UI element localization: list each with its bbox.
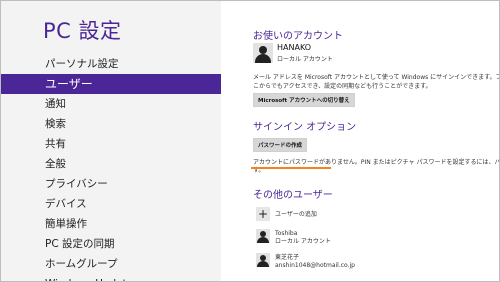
other-users-heading: その他のユーザー (253, 190, 333, 201)
add-user-plus-icon[interactable]: + (256, 207, 270, 221)
nav-item-sync-settings[interactable]: PC 設定の同期 (1, 234, 221, 254)
user-avatar (253, 43, 273, 63)
create-password-button[interactable]: パスワードの作成 (253, 138, 308, 152)
no-password-note-line1: アカウントにパスワードがありません。PIN またはピクチャ パスワードを設定する… (253, 159, 500, 166)
nav-item-share[interactable]: 共有 (1, 134, 221, 154)
nav-item-general[interactable]: 全般 (1, 154, 221, 174)
nav-item-search[interactable]: 検索 (1, 114, 221, 134)
nav-item-users[interactable]: ユーザー (1, 74, 221, 94)
switch-to-microsoft-account-button[interactable]: Microsoft アカウントへの切り替え (253, 93, 355, 107)
nav-item-ease-of-access[interactable]: 簡単操作 (1, 214, 221, 234)
nav-item-homegroup[interactable]: ホームグループ (1, 254, 221, 274)
nav-item-devices[interactable]: デバイス (1, 194, 221, 214)
nav-item-personalize[interactable]: パーソナル設定 (1, 54, 221, 74)
nav-item-privacy[interactable]: プライバシー (1, 174, 221, 194)
nav-item-windows-update[interactable]: Windows Update (1, 274, 221, 281)
add-user-label[interactable]: ユーザーの追加 (275, 210, 317, 219)
settings-nav-pane: PC 設定 パーソナル設定 ユーザー 通知 検索 共有 全般 プライバシー デバ… (1, 1, 221, 281)
user-detail-toshiba: ローカル アカウント (275, 238, 331, 245)
highlight-underline (251, 167, 331, 169)
pc-settings-window: PC 設定 パーソナル設定 ユーザー 通知 検索 共有 全般 プライバシー デバ… (0, 0, 500, 282)
nav-item-notifications[interactable]: 通知 (1, 94, 221, 114)
account-type: ローカル アカウント (277, 56, 333, 63)
signin-options-heading: サインイン オプション (253, 122, 357, 133)
account-description-line1: メール アドレスを Microsoft アカウントとして使って Windows … (253, 74, 499, 81)
settings-content: お使いのアカウント HANAKO ローカル アカウント メール アドレスを Mi… (223, 1, 500, 281)
user-avatar-toshiba (256, 229, 270, 243)
user-avatar-hanako (256, 253, 270, 267)
account-description-line2: こからでもアクセスでき、設定の同期なども行うことができます。 (253, 83, 432, 90)
your-account-heading: お使いのアカウント (253, 31, 343, 42)
account-name: HANAKO (277, 43, 312, 52)
user-email-hanako: anshin1048@hotmail.co.jp (275, 262, 355, 269)
page-title: PC 設定 (43, 19, 122, 43)
